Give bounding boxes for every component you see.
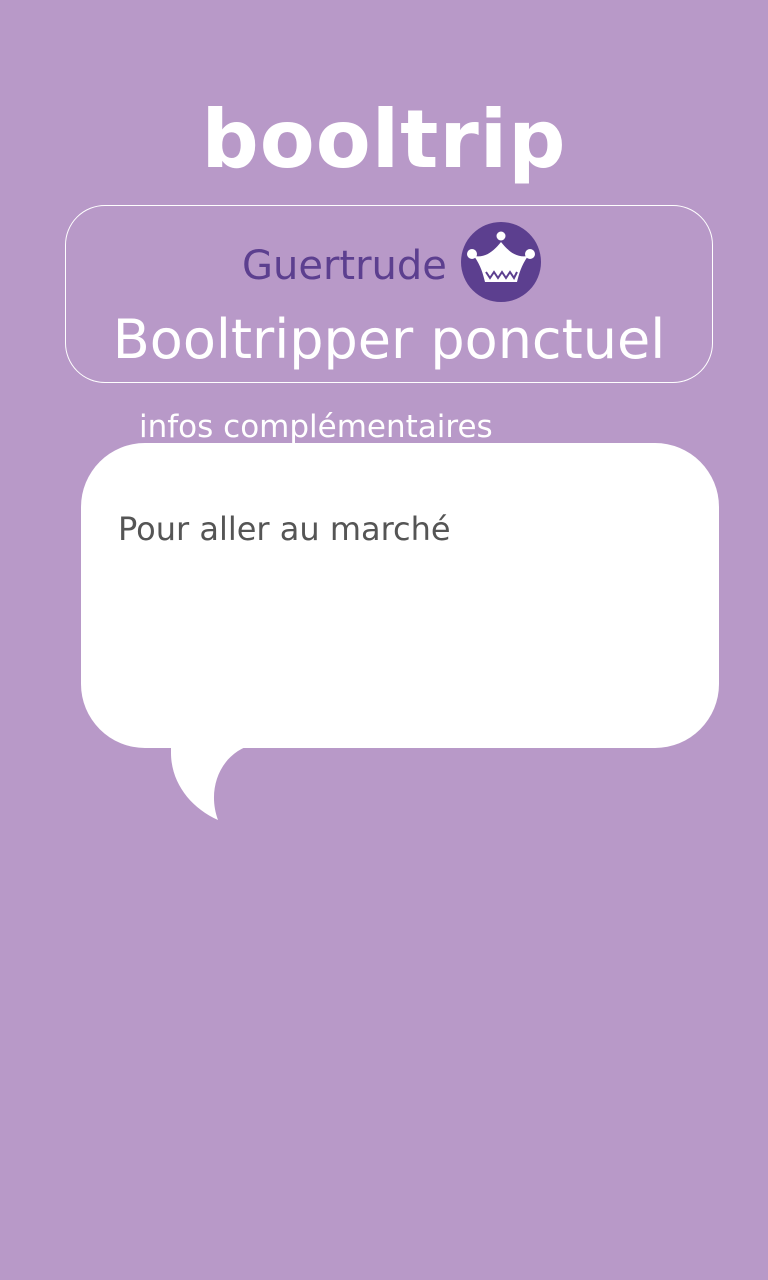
section-label: infos complémentaires <box>139 409 493 445</box>
app-logo: booltrip <box>201 93 567 186</box>
info-message: Pour aller au marché <box>118 510 451 548</box>
jester-hat-icon <box>461 222 541 302</box>
info-bubble-body: Pour aller au marché <box>81 443 719 748</box>
user-name: Guertrude <box>242 243 447 289</box>
user-status: Booltripper ponctuel <box>112 308 666 371</box>
profile-card: Guertrude Booltripper ponctuel <box>65 205 713 383</box>
info-speech-bubble: Pour aller au marché <box>81 443 719 823</box>
